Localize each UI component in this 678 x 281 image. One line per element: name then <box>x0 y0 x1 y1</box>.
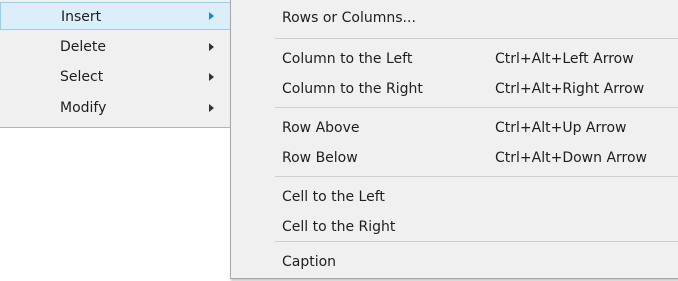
submenu-item-label: Cell to the Right <box>282 219 396 235</box>
menu-item-label: Delete <box>60 39 106 55</box>
shortcut-text: Ctrl+Alt+Left Arrow <box>495 51 634 67</box>
submenu-item-row-below[interactable]: Row Below Ctrl+Alt+Down Arrow <box>231 142 678 174</box>
table-context-menu: Insert Delete Select Modify <box>0 0 236 128</box>
menu-item-label: Select <box>60 69 104 85</box>
submenu-item-column-left[interactable]: Column to the Left Ctrl+Alt+Left Arrow <box>231 43 678 75</box>
chevron-right-icon <box>209 73 214 81</box>
submenu-item-label: Cell to the Left <box>282 189 385 205</box>
menu-item-label: Insert <box>61 9 102 25</box>
submenu-item-cell-left[interactable]: Cell to the Left <box>231 181 678 213</box>
menu-separator <box>275 38 678 39</box>
shortcut-text: Ctrl+Alt+Right Arrow <box>495 81 645 97</box>
chevron-right-icon <box>209 12 214 20</box>
insert-submenu: Rows or Columns... Column to the Left Ct… <box>230 0 678 279</box>
shortcut-text: Ctrl+Alt+Up Arrow <box>495 120 627 136</box>
menu-item-label: Modify <box>60 100 107 116</box>
submenu-item-label: Column to the Left <box>282 51 413 67</box>
submenu-item-column-right[interactable]: Column to the Right Ctrl+Alt+Right Arrow <box>231 73 678 105</box>
menu-item-insert[interactable]: Insert <box>0 2 235 30</box>
shortcut-text: Ctrl+Alt+Down Arrow <box>495 150 647 166</box>
submenu-item-label: Caption <box>282 254 337 270</box>
submenu-item-cell-right[interactable]: Cell to the Right <box>231 211 678 243</box>
submenu-item-row-above[interactable]: Row Above Ctrl+Alt+Up Arrow <box>231 112 678 144</box>
menu-separator <box>275 176 678 177</box>
chevron-right-icon <box>209 43 214 51</box>
menu-item-select[interactable]: Select <box>0 63 235 91</box>
menu-separator <box>275 107 678 108</box>
menu-separator <box>275 241 678 242</box>
submenu-item-caption[interactable]: Caption <box>231 246 678 278</box>
chevron-right-icon <box>209 104 214 112</box>
menu-item-modify[interactable]: Modify <box>0 94 235 122</box>
submenu-item-label: Column to the Right <box>282 81 423 97</box>
submenu-item-label: Row Below <box>282 150 358 166</box>
submenu-item-rows-or-columns[interactable]: Rows or Columns... <box>231 2 678 34</box>
submenu-item-label: Row Above <box>282 120 360 136</box>
menu-item-delete[interactable]: Delete <box>0 33 235 61</box>
submenu-item-label: Rows or Columns... <box>282 10 416 26</box>
